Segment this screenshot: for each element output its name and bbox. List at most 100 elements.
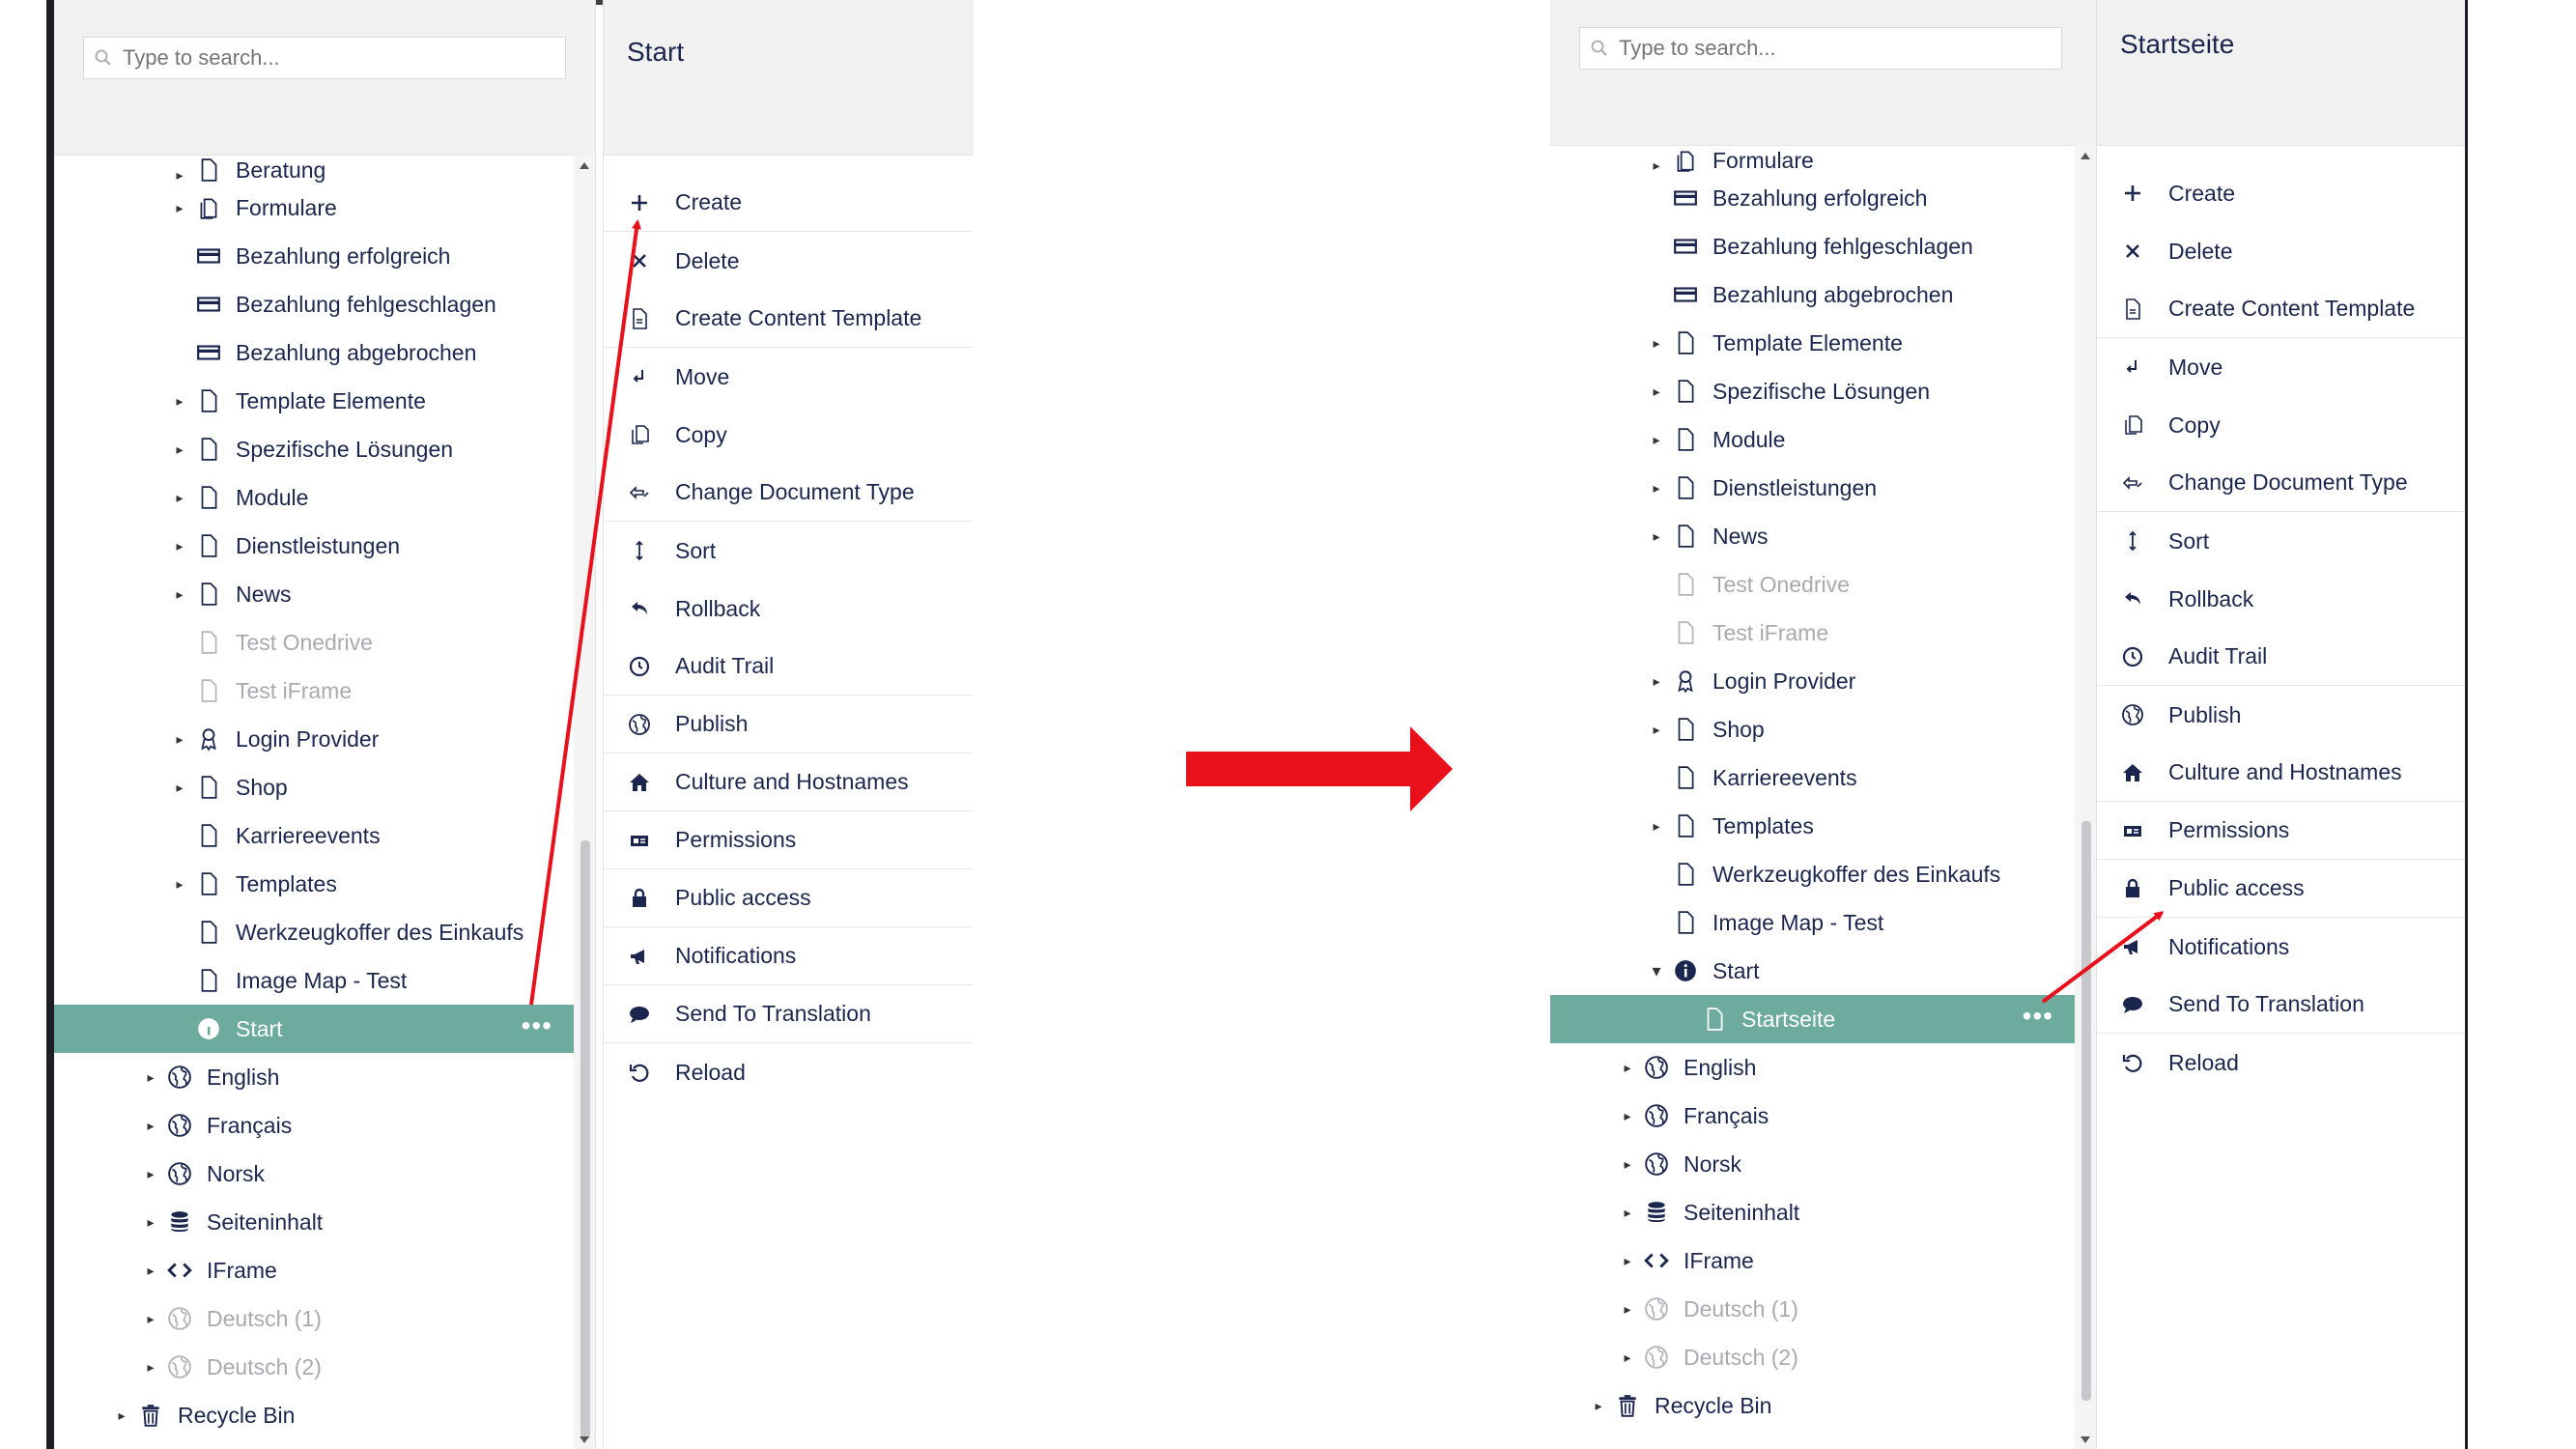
tree-node[interactable]: ▸ Template Elemente	[54, 377, 574, 425]
menu-item-public-access[interactable]: Public access	[2097, 860, 2465, 918]
expand-caret-icon[interactable]: ▸	[1647, 157, 1666, 174]
menu-item-change-document-type[interactable]: Change Document Type	[604, 464, 974, 522]
menu-item-copy[interactable]: Copy	[2097, 396, 2465, 454]
tree-node[interactable]: ▸ Deutsch (1)	[54, 1294, 574, 1343]
tree-node[interactable]: ▸ Français	[54, 1101, 574, 1150]
tree-node-selected[interactable]: Start •••	[54, 1005, 574, 1053]
expand-caret-icon[interactable]: ▸	[141, 1263, 160, 1279]
scrollbar-thumb[interactable]	[2081, 821, 2091, 1401]
tree-node[interactable]: Karriereevents	[1550, 753, 2075, 802]
menu-item-publish[interactable]: Publish	[2097, 686, 2465, 744]
expand-caret-icon[interactable]: ▸	[141, 1118, 160, 1134]
more-actions-button[interactable]: •••	[522, 1012, 552, 1039]
expand-caret-icon[interactable]: ▸	[1647, 673, 1666, 690]
tree-node[interactable]: ▸ Templates	[54, 860, 574, 908]
expand-caret-icon[interactable]: ▸	[1618, 1156, 1637, 1173]
tree-node[interactable]: ▸ Recycle Bin	[54, 1391, 574, 1439]
expand-caret-icon[interactable]: ▸	[1647, 384, 1666, 400]
expand-caret-icon[interactable]: ▸	[1618, 1205, 1637, 1221]
expand-caret-icon[interactable]: ▸	[141, 1311, 160, 1327]
expand-caret-icon[interactable]: ▸	[170, 780, 189, 796]
menu-item-copy[interactable]: Copy	[604, 406, 974, 464]
tree-node[interactable]: ▸ Français	[1550, 1092, 2075, 1140]
menu-item-create-content-template[interactable]: Create Content Template	[604, 290, 974, 348]
scroll-down-arrow-icon[interactable]	[2081, 1436, 2090, 1443]
tree-node[interactable]: ▸ Dienstleistungen	[54, 522, 574, 570]
expand-caret-icon[interactable]: ▸	[1618, 1108, 1637, 1124]
expand-caret-icon[interactable]: ▸	[112, 1407, 131, 1424]
tree-node[interactable]: ▸ Template Elemente	[1550, 319, 2075, 367]
tree-node[interactable]: ▸ Formulare	[54, 184, 574, 232]
menu-item-audit-trail[interactable]: Audit Trail	[2097, 628, 2465, 686]
expand-caret-icon[interactable]: ▸	[170, 167, 189, 184]
tree-scrollbar[interactable]	[2075, 145, 2096, 1449]
tree-node[interactable]: ▸ Deutsch (1)	[1550, 1285, 2075, 1333]
expand-caret-icon[interactable]: ▸	[1647, 528, 1666, 545]
menu-item-move[interactable]: Move	[604, 348, 974, 406]
more-actions-button[interactable]: •••	[2023, 1003, 2053, 1030]
search-box[interactable]	[1579, 27, 2062, 70]
expand-caret-icon[interactable]: ▸	[141, 1214, 160, 1231]
expand-caret-icon[interactable]: ▸	[141, 1166, 160, 1182]
expand-caret-icon[interactable]: ▸	[1647, 335, 1666, 352]
expand-caret-icon[interactable]: ▸	[170, 200, 189, 216]
tree-node[interactable]: Test iFrame	[1550, 609, 2075, 657]
tree-node[interactable]: ▸ Norsk	[54, 1150, 574, 1198]
expand-caret-icon[interactable]: ▸	[1618, 1253, 1637, 1269]
expand-caret-icon[interactable]: ▸	[170, 441, 189, 458]
tree-node[interactable]: ▸ Formulare	[1550, 145, 2075, 174]
tree-node[interactable]: Test Onedrive	[1550, 560, 2075, 609]
tree-node[interactable]: Bezahlung abgebrochen	[54, 328, 574, 377]
tree-node[interactable]: ▸ News	[54, 570, 574, 618]
scrollbar-thumb[interactable]	[580, 840, 590, 1439]
menu-item-culture-and-hostnames[interactable]: Culture and Hostnames	[2097, 744, 2465, 802]
tree-node[interactable]: Test Onedrive	[54, 618, 574, 667]
menu-item-delete[interactable]: Delete	[2097, 222, 2465, 280]
menu-item-reload[interactable]: Reload	[2097, 1034, 2465, 1092]
tree-node[interactable]: ▸ English	[54, 1053, 574, 1101]
tree-node-selected[interactable]: Startseite •••	[1550, 995, 2075, 1043]
search-box[interactable]	[83, 37, 566, 79]
expand-caret-icon[interactable]: ▸	[1647, 818, 1666, 835]
menu-item-send-to-translation[interactable]: Send To Translation	[604, 985, 974, 1043]
tree-node[interactable]: ▸ Dienstleistungen	[1550, 464, 2075, 512]
tree-node[interactable]: ▸ Module	[1550, 415, 2075, 464]
menu-item-sort[interactable]: Sort	[604, 522, 974, 580]
menu-item-create-content-template[interactable]: Create Content Template	[2097, 280, 2465, 338]
expand-caret-icon[interactable]: ▸	[1618, 1301, 1637, 1318]
tree-node[interactable]: ▸ Shop	[1550, 705, 2075, 753]
tree-node[interactable]: ▾ Start	[1550, 947, 2075, 995]
search-input[interactable]	[1617, 35, 2046, 62]
tree-node[interactable]: Bezahlung erfolgreich	[1550, 174, 2075, 222]
expand-caret-icon[interactable]: ▸	[170, 538, 189, 554]
expand-caret-icon[interactable]: ▸	[1618, 1060, 1637, 1076]
menu-item-notifications[interactable]: Notifications	[2097, 918, 2465, 976]
menu-item-public-access[interactable]: Public access	[604, 869, 974, 927]
expand-caret-icon[interactable]: ▸	[1618, 1350, 1637, 1366]
tree-node[interactable]: ▸ IFrame	[54, 1246, 574, 1294]
menu-item-permissions[interactable]: Permissions	[2097, 802, 2465, 860]
tree-node[interactable]: ▸ Templates	[1550, 802, 2075, 850]
tree-node[interactable]: ▸ Deutsch (2)	[54, 1343, 574, 1391]
menu-item-send-to-translation[interactable]: Send To Translation	[2097, 976, 2465, 1034]
menu-item-delete[interactable]: Delete	[604, 232, 974, 290]
menu-item-create[interactable]: Create	[2097, 164, 2465, 222]
menu-item-move[interactable]: Move	[2097, 338, 2465, 396]
tree-node[interactable]: Bezahlung fehlgeschlagen	[54, 280, 574, 328]
expand-caret-icon[interactable]: ▸	[170, 393, 189, 410]
menu-item-audit-trail[interactable]: Audit Trail	[604, 638, 974, 696]
scroll-up-arrow-icon[interactable]	[580, 162, 589, 169]
menu-item-publish[interactable]: Publish	[604, 696, 974, 753]
expand-caret-icon[interactable]: ▸	[1647, 722, 1666, 738]
expand-caret-icon[interactable]: ▸	[1647, 480, 1666, 497]
tree-node[interactable]: ▸ Spezifische Lösungen	[54, 425, 574, 473]
menu-item-sort[interactable]: Sort	[2097, 512, 2465, 570]
tree-node[interactable]: ▸ Deutsch (2)	[1550, 1333, 2075, 1381]
menu-item-culture-and-hostnames[interactable]: Culture and Hostnames	[604, 753, 974, 811]
tree-node[interactable]: Bezahlung abgebrochen	[1550, 270, 2075, 319]
tree-node[interactable]: ▸ IFrame	[1550, 1236, 2075, 1285]
tree-node[interactable]: Image Map - Test	[1550, 898, 2075, 947]
tree-node[interactable]: Werkzeugkoffer des Einkaufs	[54, 908, 574, 956]
tree-node[interactable]: Bezahlung erfolgreich	[54, 232, 574, 280]
tree-node[interactable]: ▸ Seiteninhalt	[1550, 1188, 2075, 1236]
